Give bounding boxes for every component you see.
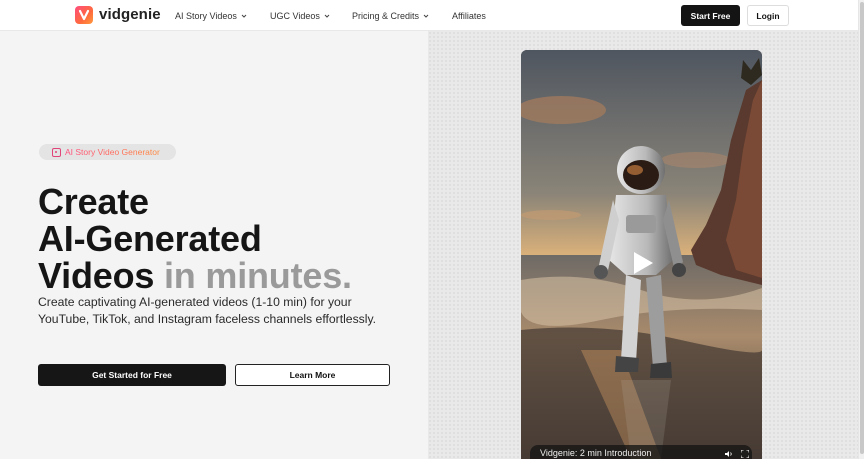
login-button[interactable]: Login bbox=[747, 5, 789, 26]
hero-title-line1: Create bbox=[38, 181, 149, 222]
nav-ugc-videos-label: UGC Videos bbox=[270, 11, 320, 21]
volume-icon[interactable] bbox=[725, 450, 733, 458]
chevron-down-icon bbox=[241, 14, 247, 18]
hero-title-videos: Videos bbox=[38, 255, 155, 296]
hero-subtitle: Create captivating AI-generated videos (… bbox=[38, 295, 377, 326]
hero-badge: AI Story Video Generator bbox=[39, 144, 176, 160]
hero-title-line3: Videos in minutes. bbox=[38, 257, 352, 294]
start-free-button[interactable]: Start Free bbox=[681, 5, 740, 26]
nav-ai-story-videos-label: AI Story Videos bbox=[175, 11, 237, 21]
video-caption: Vidgenie: 2 min Introduction bbox=[540, 448, 652, 458]
intro-video-player[interactable]: Vidgenie: 2 min Introduction bbox=[521, 50, 762, 459]
nav-affiliates-label: Affiliates bbox=[452, 11, 486, 21]
fullscreen-icon[interactable] bbox=[741, 450, 749, 458]
vidgenie-logo-icon[interactable] bbox=[75, 6, 93, 24]
hero-title-in-minutes: in minutes. bbox=[164, 255, 352, 296]
page-scrollbar[interactable] bbox=[858, 0, 864, 459]
video-camera-icon bbox=[52, 147, 61, 157]
hero-title: Create AI-Generated Videos in minutes. bbox=[38, 183, 352, 294]
nav-affiliates[interactable]: Affiliates bbox=[452, 11, 486, 21]
chevron-down-icon bbox=[423, 14, 429, 18]
top-nav-bar: vidgenie AI Story Videos UGC Videos Pric… bbox=[0, 0, 858, 31]
nav-ai-story-videos[interactable]: AI Story Videos bbox=[175, 11, 248, 21]
hero-title-line2: AI-Generated bbox=[38, 218, 262, 259]
hero-badge-label: AI Story Video Generator bbox=[65, 147, 160, 157]
nav-pricing-credits-label: Pricing & Credits bbox=[352, 11, 420, 21]
nav-pricing-credits[interactable]: Pricing & Credits bbox=[352, 11, 430, 21]
video-control-bar[interactable]: Vidgenie: 2 min Introduction bbox=[530, 445, 752, 459]
scrollbar-thumb[interactable] bbox=[860, 2, 864, 454]
get-started-button[interactable]: Get Started for Free bbox=[38, 364, 226, 386]
chevron-down-icon bbox=[324, 14, 330, 18]
learn-more-button[interactable]: Learn More bbox=[235, 364, 390, 386]
nav-ugc-videos[interactable]: UGC Videos bbox=[270, 11, 331, 21]
brand-name[interactable]: vidgenie bbox=[99, 6, 161, 23]
play-icon[interactable] bbox=[632, 251, 654, 275]
